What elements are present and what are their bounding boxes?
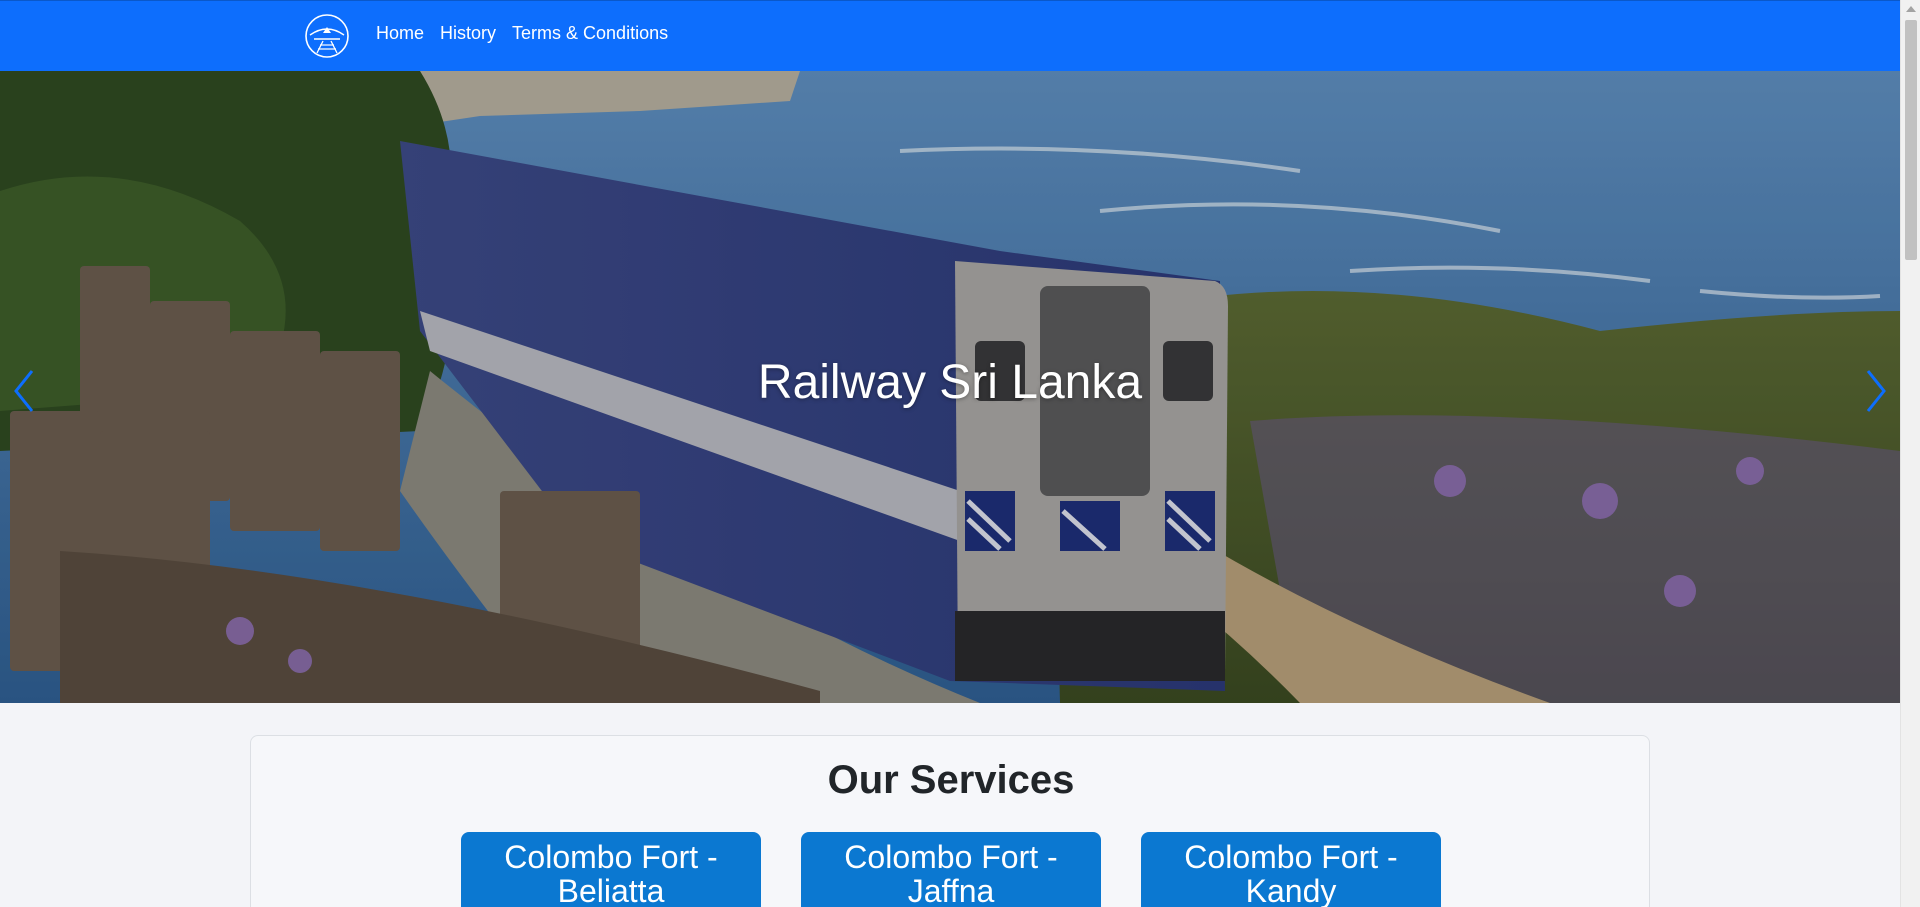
route-button-jaffna[interactable]: Colombo Fort - Jaffna <box>801 832 1101 907</box>
railway-logo-icon[interactable] <box>304 13 350 59</box>
services-title: Our Services <box>827 758 1075 802</box>
navbar: Home History Terms & Conditions <box>0 0 1900 71</box>
scrollbar-thumb[interactable] <box>1905 20 1917 260</box>
services-card: Our Services Colombo Fort - Beliatta Col… <box>250 735 1650 907</box>
page-scrollbar[interactable] <box>1900 0 1920 907</box>
carousel-prev-button[interactable] <box>4 361 44 421</box>
hero-caption: Railway Sri Lanka <box>757 356 1143 409</box>
nav-link-terms[interactable]: Terms & Conditions <box>512 23 668 44</box>
hero-carousel: Railway Sri Lanka <box>0 71 1900 703</box>
nav-links: Home History Terms & Conditions <box>376 23 668 44</box>
nav-link-history[interactable]: History <box>440 23 496 44</box>
chevron-right-icon <box>1866 370 1886 412</box>
route-button-kandy[interactable]: Colombo Fort - Kandy <box>1141 832 1441 907</box>
scroll-up-icon[interactable] <box>1901 0 1920 18</box>
route-button-beliatta[interactable]: Colombo Fort - Beliatta <box>461 832 761 907</box>
nav-link-home[interactable]: Home <box>376 23 424 44</box>
chevron-left-icon <box>14 370 34 412</box>
carousel-next-button[interactable] <box>1856 361 1896 421</box>
